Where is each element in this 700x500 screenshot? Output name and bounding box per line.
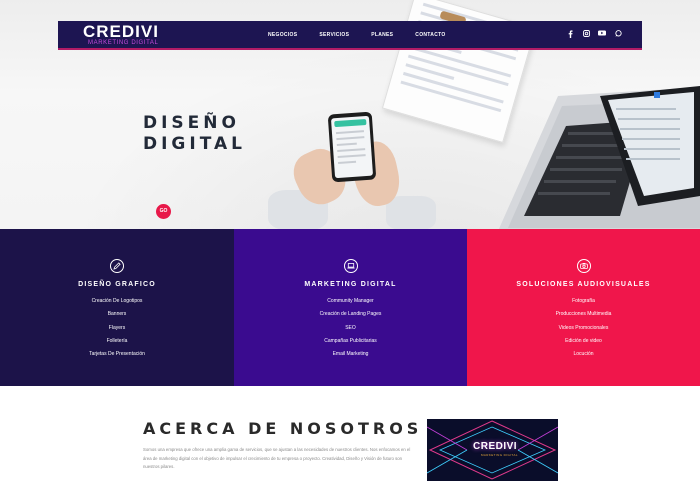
about-text: Somos una empresa que ofrece una amplia … [143, 447, 411, 470]
hero-title-line1: DISEÑO [143, 113, 240, 133]
brand-logo[interactable]: CREDIVI MARKETING DIGITAL [83, 23, 163, 47]
about-image-tagline: MARKETING DIGITAL [481, 453, 518, 457]
service-item[interactable]: Campañas Publicitarias [234, 335, 467, 348]
hero-title-line2: DIGITAL [143, 134, 246, 154]
hero-title: DISEÑO DIGITAL [143, 113, 246, 155]
service-title: DISEÑO GRAFICO [78, 281, 156, 288]
service-item[interactable]: Videos Promocionales [467, 322, 700, 335]
laptop-illustration [498, 86, 700, 229]
about-title: ACERCA DE NOSOTROS [143, 419, 423, 438]
instagram-icon[interactable] [582, 30, 590, 39]
service-item[interactable]: Flayers [0, 322, 234, 335]
whatsapp-icon[interactable] [614, 30, 622, 39]
about-image: CREDIVI MARKETING DIGITAL [427, 419, 558, 481]
phone-illustration [327, 111, 377, 183]
service-list: Community Manager Creación de Landing Pa… [234, 295, 467, 361]
facebook-icon[interactable] [566, 30, 574, 39]
service-item[interactable]: Locución [467, 348, 700, 361]
social-links [566, 30, 630, 39]
about-image-logo: CREDIVI [473, 441, 518, 452]
service-item[interactable]: Email Marketing [234, 348, 467, 361]
service-item[interactable]: SEO [234, 322, 467, 335]
service-list: Creación De Logotipos Banners Flayers Fo… [0, 295, 234, 361]
nav-link-negocios[interactable]: NEGOCIOS [268, 31, 297, 39]
nav-link-servicios[interactable]: SERVICIOS [319, 31, 349, 39]
service-item[interactable]: Fotografía [467, 295, 700, 308]
service-title: SOLUCIONES AUDIOVISUALES [516, 281, 651, 288]
services-section: DISEÑO GRAFICO Creación De Logotipos Ban… [0, 229, 700, 386]
hero-section: CREDIVI MARKETING DIGITAL NEGOCIOS SERVI… [0, 0, 700, 229]
nav-link-contacto[interactable]: CONTACTO [415, 31, 445, 39]
service-item[interactable]: Edición de video [467, 335, 700, 348]
logo-text: CREDIVI [83, 22, 159, 41]
service-column-diseno: DISEÑO GRAFICO Creación De Logotipos Ban… [0, 229, 234, 386]
service-column-marketing: MARKETING DIGITAL Community Manager Crea… [234, 229, 467, 386]
service-item[interactable]: Community Manager [234, 295, 467, 308]
hero-go-button[interactable]: GO [156, 204, 171, 219]
service-item[interactable]: Folletería [0, 335, 234, 348]
service-title: MARKETING DIGITAL [304, 281, 397, 288]
service-item[interactable]: Tarjetas De Presentación [0, 348, 234, 361]
camera-icon [576, 259, 591, 273]
youtube-icon[interactable] [598, 30, 606, 39]
nav-menu: NEGOCIOS SERVICIOS PLANES CONTACTO [268, 31, 468, 39]
nav-link-planes[interactable]: PLANES [371, 31, 393, 39]
service-item[interactable]: Banners [0, 308, 234, 321]
sleeve-illustration [386, 196, 436, 229]
service-item[interactable]: Creación De Logotipos [0, 295, 234, 308]
navbar: CREDIVI MARKETING DIGITAL NEGOCIOS SERVI… [58, 21, 642, 50]
service-item[interactable]: Producciones Multimedia [467, 308, 700, 321]
service-item[interactable]: Creación de Landing Pages [234, 308, 467, 321]
pen-icon [110, 259, 124, 273]
service-list: Fotografía Producciones Multimedia Video… [467, 295, 700, 361]
logo-tagline: MARKETING DIGITAL [88, 40, 159, 46]
laptop-icon [343, 259, 358, 273]
service-column-audiovisual: SOLUCIONES AUDIOVISUALES Fotografía Prod… [467, 229, 700, 386]
